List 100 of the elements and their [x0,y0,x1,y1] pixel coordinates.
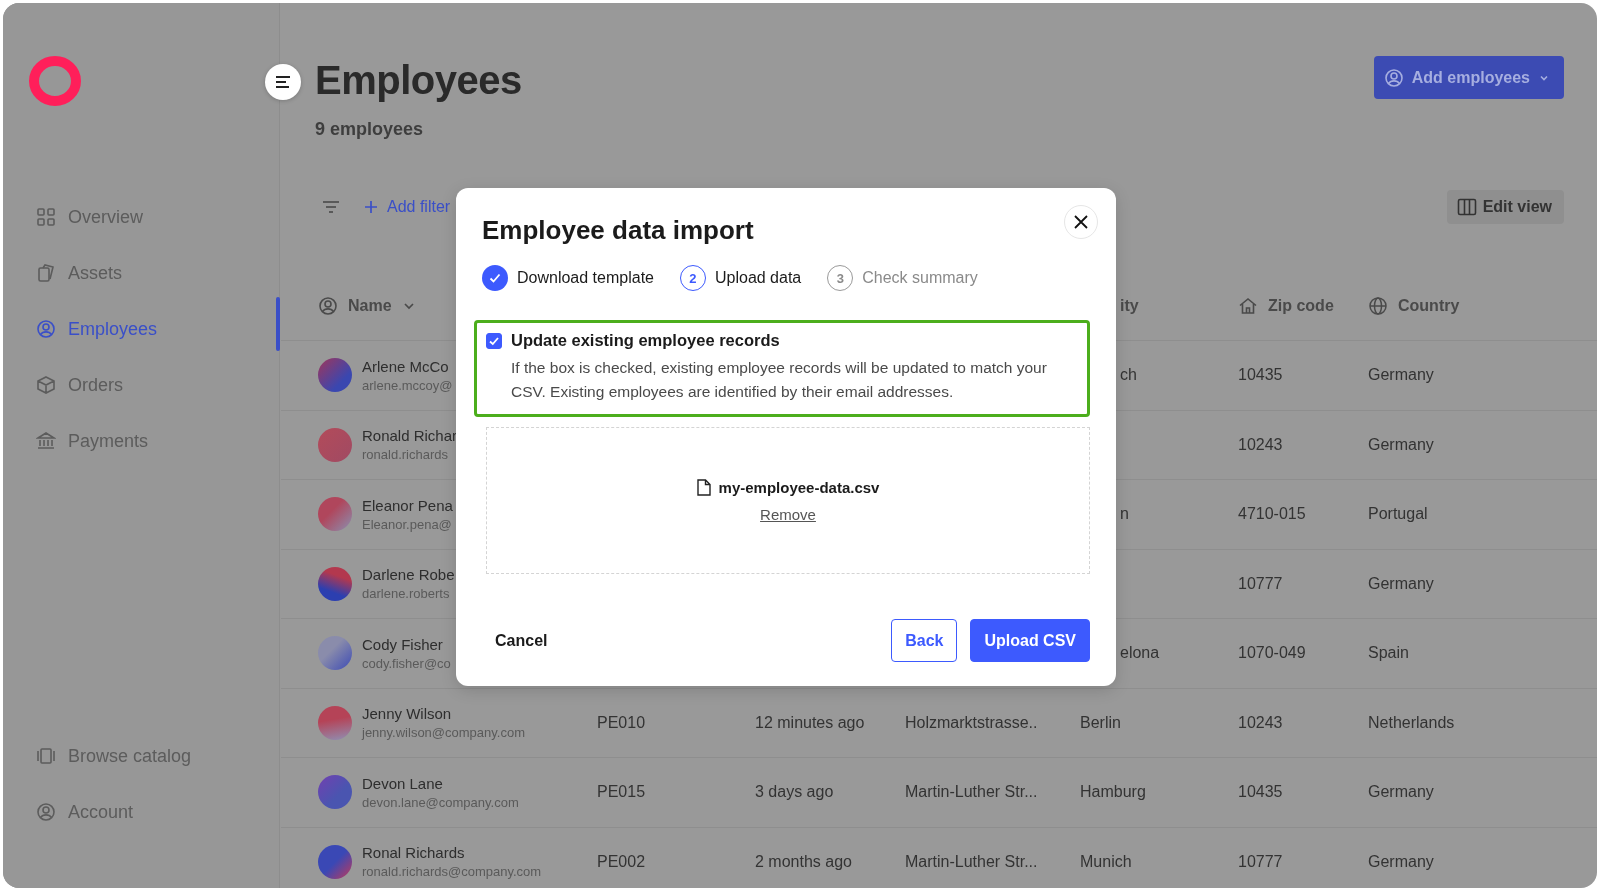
table-cell: elona [1120,644,1160,663]
menu-button[interactable] [265,64,301,100]
column-header[interactable]: ity [1120,297,1139,315]
tablet-icon [36,746,56,766]
table-cell: Germany [1368,435,1434,454]
table-cell: 2 months ago [755,852,852,871]
check-icon [488,271,502,285]
checkbox[interactable] [486,332,502,349]
table-cell: Spain [1368,644,1409,663]
columns-icon [1456,198,1477,216]
page-title: Employees [315,57,522,104]
table-cell: 12 minutes ago [755,713,865,732]
sidebar-item[interactable]: Orders [28,367,279,403]
table-cell: Holzmarktstrasse.. [905,713,1038,732]
employee-name: Jenny Wilson [362,705,453,723]
user-icon [1383,67,1404,88]
employee-email: arlene.mccoy@ [362,377,453,393]
sidebar-item[interactable]: Employees [28,311,279,347]
filter-icon[interactable] [321,199,341,215]
table-cell: 10243 [1238,435,1283,454]
close-icon [1074,215,1088,229]
table-cell: Germany [1368,783,1434,802]
close-button[interactable] [1064,205,1098,239]
employee-email: ronald.richards [362,447,449,463]
user-icon [36,802,56,822]
employee-name: Cody Fisher [362,635,444,653]
employee-name: Darlene Robe [362,566,455,584]
file-icon [696,478,711,496]
file-name: my-employee-data.csv [718,478,880,496]
column-header[interactable]: Zip code [1238,296,1368,316]
table-cell: ch [1120,366,1137,385]
table-cell: n [1120,505,1129,524]
table-cell: 10435 [1238,783,1283,802]
table-cell: Germany [1368,852,1434,871]
cancel-button[interactable]: Cancel [482,631,548,650]
avatar [318,844,352,879]
sidebar-item[interactable]: Account [28,794,192,830]
employee-name: Arlene McCo [362,357,450,375]
box-icon [36,375,56,395]
cards-icon [36,263,56,283]
table-cell: 10435 [1238,366,1283,385]
edit-view-button[interactable]: Edit view [1446,190,1564,224]
table-cell: 10777 [1238,574,1283,593]
avatar [318,566,352,601]
drop-zone[interactable]: my-employee-data.csv Remove [486,427,1090,574]
employee-email: devon.lane@company.com [362,794,519,810]
table-cell: 3 days ago [755,783,834,802]
employee-email: jenny.wilson@company.com [362,725,525,741]
avatar [318,497,352,532]
column-header[interactable]: Name [281,296,597,316]
user-icon [318,296,338,316]
table-cell: 10243 [1238,713,1283,732]
table-cell: Germany [1368,366,1434,385]
column-header[interactable]: Country [1368,296,1597,316]
table-cell: Germany [1368,574,1434,593]
employee-email: darlene.roberts [362,586,451,602]
table-cell: PE010 [597,713,646,732]
back-button[interactable]: Back [891,619,958,662]
table-cell: Hamburg [1080,783,1146,802]
table-cell: 10777 [1238,852,1283,871]
employee-name: Devon Lane [362,774,444,792]
step-label: Check summary [862,269,978,287]
employee-email: cody.fisher@co [362,655,451,671]
table-cell: PE015 [597,783,646,802]
bank-icon [36,431,56,451]
employee-email: ronald.richards@company.com [362,864,542,880]
table-cell: 1070-049 [1238,644,1306,663]
avatar [318,705,352,740]
table-cell: Martin-Luther Str... [905,783,1038,802]
home-icon [1238,296,1258,316]
table-cell: 4710-015 [1238,505,1306,524]
add-filter-link[interactable]: Add filter [363,198,451,216]
avatar [318,427,352,462]
employee-name: Ronal Richards [362,844,466,862]
avatar [318,636,352,671]
table-cell: PE002 [597,852,646,871]
option-description: If the box is checked, existing employee records will be updated to match your CSV. Existing employees are identified by their email addresses. [511,358,1048,402]
user-icon [36,319,56,339]
sidebar-item[interactable]: Browse catalog [28,738,192,774]
upload-csv-button[interactable]: Upload CSV [970,619,1090,662]
table-cell: Portugal [1368,505,1428,524]
employee-email: Eleanor.pena@ [362,516,453,532]
table-cell: Munich [1080,852,1132,871]
dialog-title: Employee data import [482,214,754,246]
sidebar-item[interactable]: Overview [28,199,279,235]
step-label: Upload data [714,269,802,287]
checkbox-label: Update existing employee records [511,331,780,350]
sidebar-item[interactable]: Payments [28,423,279,459]
plus-icon [363,199,379,215]
logo-icon [28,55,82,107]
table-cell: Martin-Luther Str... [905,852,1038,871]
sidebar-item[interactable]: Assets [28,255,279,291]
step-label: Download template [517,269,654,287]
globe-icon [1368,296,1388,316]
employee-count: 9 employees [315,119,425,140]
menu-icon [275,75,291,89]
remove-link[interactable]: Remove [760,505,816,523]
add-employees-button[interactable]: Add employees [1373,56,1564,99]
table-cell: Berlin [1080,713,1121,732]
avatar [318,358,352,393]
